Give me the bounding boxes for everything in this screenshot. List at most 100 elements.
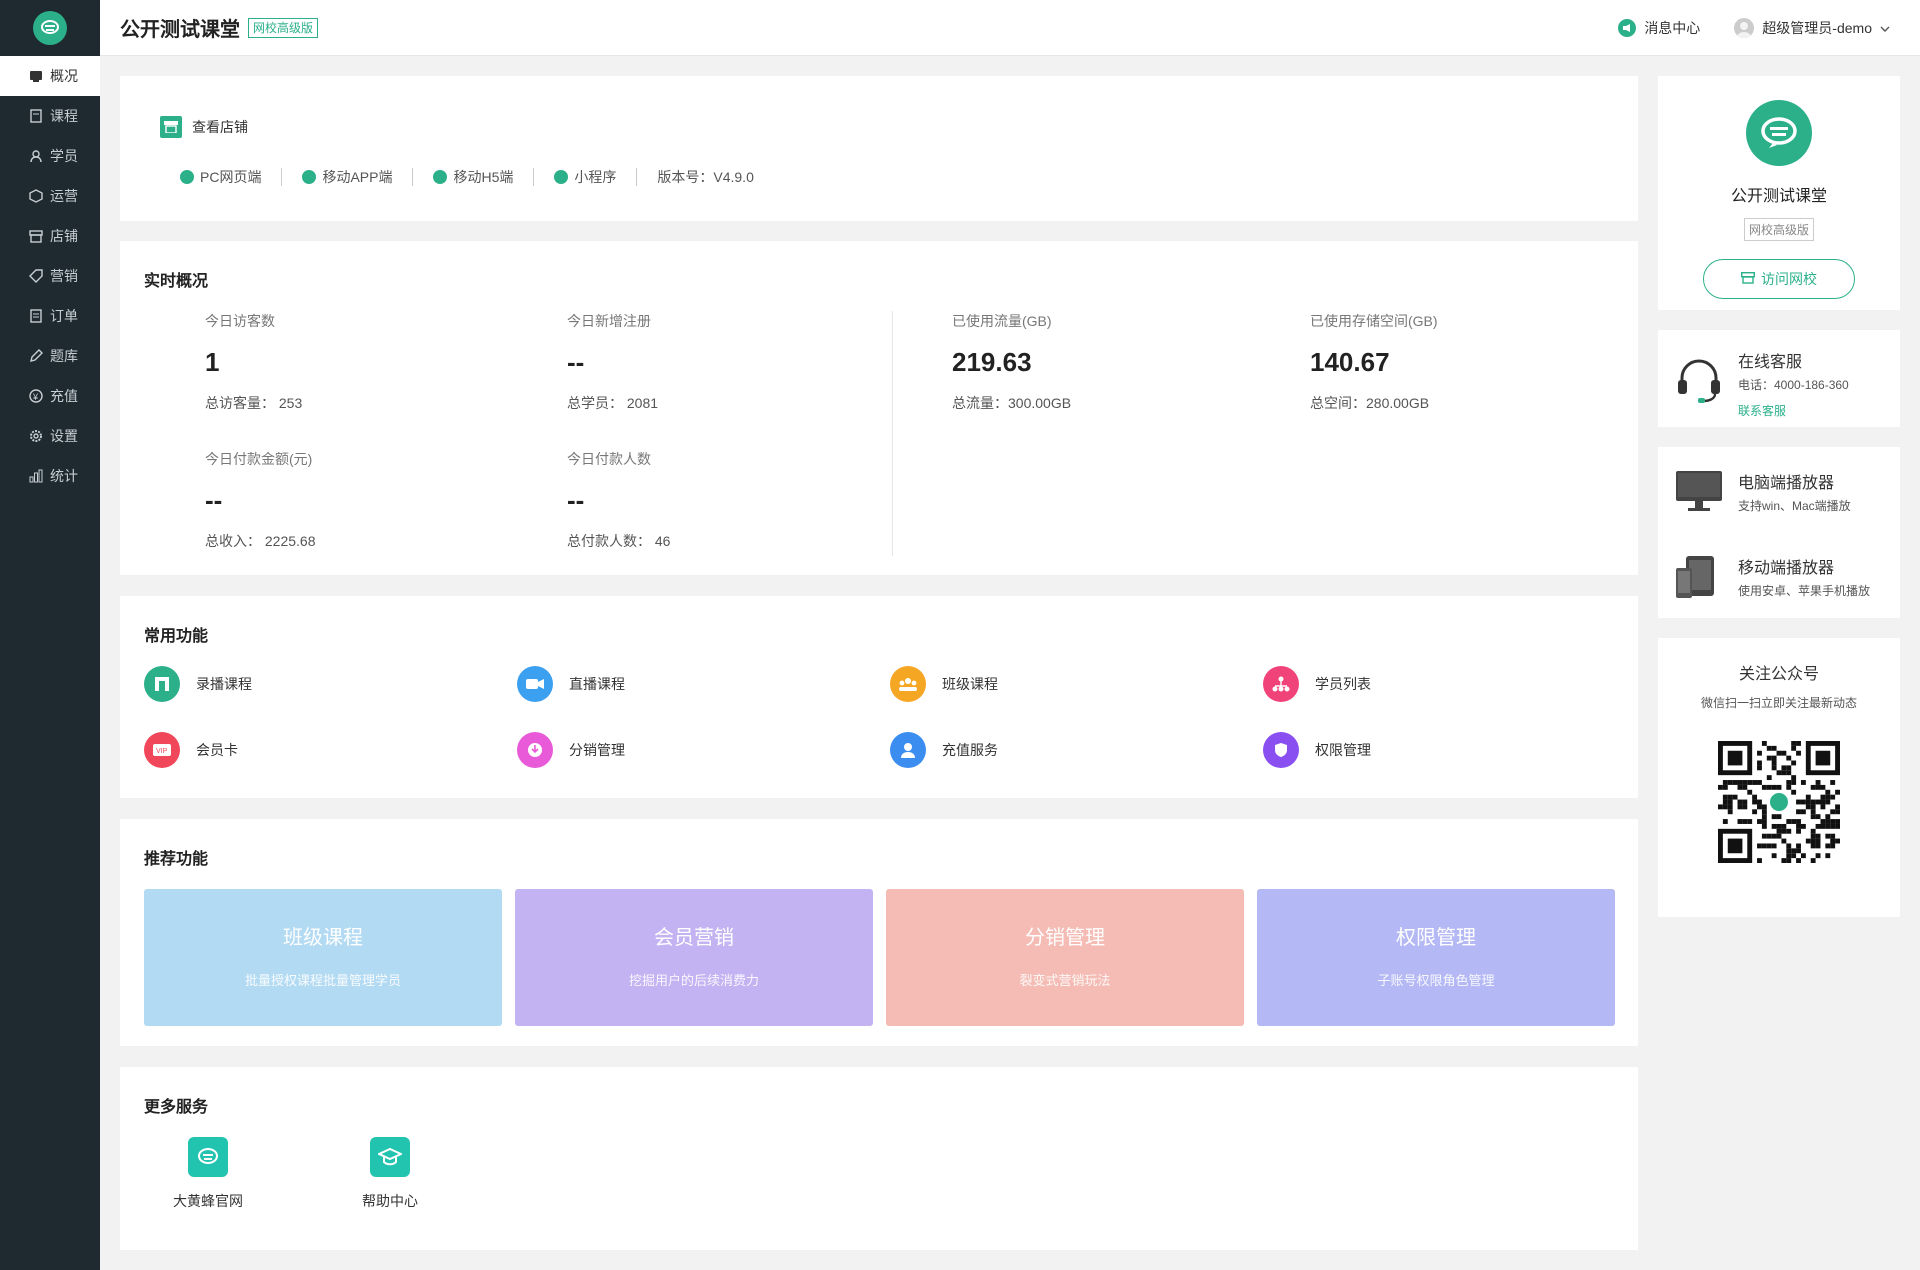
platform-app[interactable]: 移动APP端 [282, 168, 414, 186]
stat-total: 总付款人数： 46 [567, 533, 671, 549]
sidebar-item-recharge[interactable]: ¥ 充值 [0, 376, 100, 416]
brand-logo[interactable] [0, 0, 100, 56]
sidebar-item-label: 课程 [50, 108, 78, 124]
feature-label: 分销管理 [569, 742, 625, 758]
sidebar-item-label: 订单 [50, 308, 78, 324]
video-recording-icon [144, 666, 180, 702]
user-menu[interactable]: 超级管理员-demo [1734, 18, 1890, 38]
store-icon [160, 116, 182, 138]
stat-payers: 今日付款人数 -- 总付款人数： 46 [567, 449, 867, 551]
speaker-icon [1618, 19, 1637, 37]
h5-icon [433, 170, 448, 184]
sidebar-item-settings[interactable]: 设置 [0, 416, 100, 456]
players-card: 电脑端播放器 支持win、Mac端播放 移动端播放器 使用安卓、苹果手机播放 [1658, 447, 1900, 618]
more-help-center[interactable]: 帮助中心 [340, 1137, 440, 1211]
monitor-icon [1676, 471, 1722, 516]
store-icon [28, 228, 44, 244]
rec-tile-permissions[interactable]: 权限管理 子账号权限角色管理 [1257, 889, 1615, 1026]
headset-icon [1676, 358, 1722, 407]
stat-label: 已使用存储空间(GB) [1310, 313, 1438, 329]
service-phone: 电话：4000-186-360 [1738, 378, 1849, 392]
feature-recharge-service[interactable]: 充值服务 [890, 732, 998, 768]
more-services-card: 更多服务 大黄蜂官网 帮助中心 [120, 1067, 1638, 1250]
order-icon [28, 308, 44, 324]
coin-icon: ¥ [28, 388, 44, 404]
wechat-subtitle: 微信扫一扫立即关注最新动态 [1700, 696, 1857, 710]
app-icon [302, 170, 317, 184]
platform-label: PC网页端 [200, 169, 262, 185]
message-center-button[interactable]: 消息中心 [1618, 18, 1700, 38]
feature-label: 学员列表 [1315, 676, 1371, 692]
sidebar-item-marketing[interactable]: 营销 [0, 256, 100, 296]
mobile-player[interactable]: 移动端播放器 使用安卓、苹果手机播放 [1676, 552, 1896, 612]
feature-membership-card[interactable]: VIP 会员卡 [144, 732, 238, 768]
stat-value: -- [567, 485, 585, 515]
sidebar-item-orders[interactable]: 订单 [0, 296, 100, 336]
sidebar-item-courses[interactable]: 课程 [0, 96, 100, 136]
stat-total: 总学员： 2081 [567, 395, 659, 411]
sidebar-item-overview[interactable]: 概况 [0, 56, 100, 96]
view-shop-label: 查看店铺 [192, 119, 248, 135]
tile-subtitle: 挖掘用户的后续消费力 [628, 973, 759, 988]
feature-label: 会员卡 [196, 742, 238, 758]
wechat-title: 关注公众号 [1738, 666, 1819, 683]
sidebar-item-statistics[interactable]: 统计 [0, 456, 100, 496]
page-title: 公开测试课堂 [120, 19, 240, 41]
contact-service-link[interactable]: 联系客服 [1738, 402, 1786, 419]
stat-label: 今日付款人数 [567, 451, 651, 467]
feature-distribution[interactable]: 分销管理 [517, 732, 625, 768]
hierarchy-icon [1263, 666, 1299, 702]
user-name: 超级管理员-demo [1762, 20, 1872, 36]
sidebar-item-question-bank[interactable]: 题库 [0, 336, 100, 376]
feature-live-courses[interactable]: 直播课程 [517, 666, 625, 702]
message-center-label: 消息中心 [1644, 20, 1701, 36]
section-title: 推荐功能 [144, 851, 209, 868]
svg-text:VIP: VIP [156, 748, 168, 755]
tile-title: 班级课程 [283, 927, 363, 949]
official-site-icon [188, 1137, 228, 1177]
store-icon [1740, 271, 1756, 287]
feature-label: 权限管理 [1315, 742, 1371, 758]
stats-icon [28, 468, 44, 484]
stat-storage: 已使用存储空间(GB) 140.67 总空间：280.00GB [1310, 311, 1610, 413]
more-item-label: 帮助中心 [362, 1193, 418, 1209]
visit-school-label: 访问网校 [1761, 271, 1817, 287]
rec-tile-member-marketing[interactable]: 会员营销 挖掘用户的后续消费力 [515, 889, 873, 1026]
platform-pc[interactable]: PC网页端 [180, 168, 283, 186]
rec-tile-distribution[interactable]: 分销管理 裂变式营销玩法 [886, 889, 1244, 1026]
platform-miniprogram[interactable]: 小程序 [534, 168, 638, 186]
stat-label: 今日访客数 [205, 313, 275, 329]
sidebar-item-operations[interactable]: 运营 [0, 176, 100, 216]
player-title: 电脑端播放器 [1738, 475, 1835, 492]
pen-icon [28, 348, 44, 364]
shield-icon [1263, 732, 1299, 768]
stat-value: 219.63 [952, 347, 1032, 377]
download-icon [517, 732, 553, 768]
tag-icon [28, 268, 44, 284]
sidebar-item-students[interactable]: 学员 [0, 136, 100, 176]
sidebar-item-label: 概况 [50, 68, 78, 84]
graduation-cap-icon [370, 1137, 410, 1177]
visit-school-button[interactable]: 访问网校 [1703, 259, 1855, 299]
more-official-site[interactable]: 大黄蜂官网 [158, 1137, 258, 1211]
dashboard-icon [28, 68, 44, 84]
platform-list: PC网页端 移动APP端 移动H5端 小程序 版本号：V4.9.0 [180, 168, 774, 186]
sidebar-item-label: 统计 [50, 468, 78, 484]
gear-icon [28, 428, 44, 444]
feature-label: 直播课程 [569, 676, 625, 692]
platform-h5[interactable]: 移动H5端 [413, 168, 535, 186]
feature-student-list[interactable]: 学员列表 [1263, 666, 1371, 702]
tile-subtitle: 批量授权课程批量管理学员 [244, 973, 401, 988]
feature-recorded-courses[interactable]: 录播课程 [144, 666, 252, 702]
section-title: 更多服务 [144, 1099, 209, 1116]
feature-class-courses[interactable]: 班级课程 [890, 666, 998, 702]
section-title: 实时概况 [144, 273, 209, 290]
view-shop-link[interactable]: 查看店铺 [160, 116, 248, 138]
desktop-player[interactable]: 电脑端播放器 支持win、Mac端播放 [1676, 467, 1896, 527]
feature-permissions[interactable]: 权限管理 [1263, 732, 1371, 768]
section-title: 常用功能 [144, 628, 209, 645]
rec-tile-class-courses[interactable]: 班级课程 批量授权课程批量管理学员 [144, 889, 502, 1026]
platform-label: 移动H5端 [453, 169, 514, 185]
sidebar-item-store[interactable]: 店铺 [0, 216, 100, 256]
tile-subtitle: 子账号权限角色管理 [1377, 973, 1495, 988]
